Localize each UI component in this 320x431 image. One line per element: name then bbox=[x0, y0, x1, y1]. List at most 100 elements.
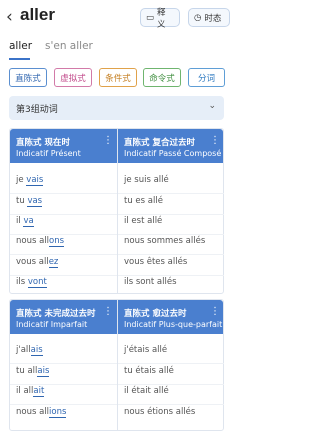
more-options-icon[interactable]: ⋮ bbox=[210, 136, 220, 146]
tense-button-label: 时态 bbox=[204, 13, 222, 24]
tense-title-fr: Indicatif Plus-que-parfait bbox=[124, 320, 223, 329]
row-divider bbox=[10, 275, 117, 276]
row-divider bbox=[10, 234, 117, 235]
row-divider bbox=[118, 404, 224, 405]
conjugation-row: il va bbox=[16, 216, 34, 227]
verb-ending: vont bbox=[27, 277, 47, 288]
verb-ending: vais bbox=[26, 175, 44, 186]
top-bar: ‹ aller ▭ 释义 ◷ 时态 bbox=[0, 0, 236, 34]
pronoun: nous bbox=[16, 407, 37, 417]
conjugation-row: nous allions bbox=[16, 407, 67, 418]
pronoun: il bbox=[16, 386, 21, 396]
verb-ending: ais bbox=[37, 366, 50, 377]
row-divider bbox=[118, 193, 224, 194]
row-divider bbox=[10, 404, 117, 405]
pronoun: tu bbox=[16, 366, 25, 376]
conjugation-row: nous étions allés bbox=[124, 407, 196, 417]
more-options-icon[interactable]: ⋮ bbox=[103, 136, 113, 146]
pronoun: ils bbox=[16, 277, 26, 287]
verb-stem: all bbox=[20, 345, 31, 355]
verb-ending: va bbox=[23, 216, 34, 227]
definition-button-label: 释义 bbox=[157, 7, 166, 30]
conjugation-row: ils vont bbox=[16, 277, 47, 288]
row-divider bbox=[118, 234, 224, 235]
conjugation-card: 直陈式 现在时 Indicatif Présent ⋮ je vais tu v… bbox=[9, 128, 224, 294]
tense-column: 直陈式 复合过去时 Indicatif Passé Composé ⋮ je s… bbox=[117, 129, 224, 293]
conjugation-row: j'étais allé bbox=[124, 345, 168, 355]
mood-filter-bar: 直陈式 虚拟式 条件式 命令式 分词 bbox=[0, 68, 236, 88]
more-options-icon[interactable]: ⋮ bbox=[210, 307, 220, 317]
tab-aller[interactable]: aller bbox=[9, 40, 32, 52]
row-divider bbox=[10, 363, 117, 364]
tense-column: 直陈式 愈过去时 Indicatif Plus-que-parfait ⋮ j'… bbox=[117, 300, 224, 430]
tense-title-fr: Indicatif Présent bbox=[16, 149, 81, 158]
verb-group-dropdown[interactable]: 第3组动词 ⌄ bbox=[9, 96, 224, 120]
conjugation-row: tu vas bbox=[16, 196, 43, 207]
conjugation-row: nous sommes allés bbox=[124, 236, 206, 246]
back-arrow-icon[interactable]: ‹ bbox=[6, 8, 20, 26]
conjugation-row: il allait bbox=[16, 386, 45, 397]
tense-button[interactable]: ◷ 时态 bbox=[188, 8, 230, 27]
conjugation-row: ils sont allés bbox=[124, 277, 177, 287]
verb-ending: ons bbox=[49, 236, 65, 247]
tense-column: 直陈式 现在时 Indicatif Présent ⋮ je vais tu v… bbox=[10, 129, 117, 293]
pronoun: vous bbox=[16, 257, 37, 267]
pronoun: il bbox=[16, 216, 21, 226]
definition-button[interactable]: ▭ 释义 bbox=[140, 7, 180, 30]
row-divider bbox=[118, 384, 224, 385]
conjugation-row: je suis allé bbox=[124, 175, 169, 185]
mood-participle-button[interactable]: 分词 bbox=[188, 68, 225, 87]
row-divider bbox=[118, 254, 224, 255]
verb-ending: ez bbox=[48, 257, 59, 268]
verb-stem: all bbox=[23, 386, 34, 396]
book-icon: ▭ bbox=[146, 12, 155, 23]
conjugation-row: il est allé bbox=[124, 216, 163, 226]
verb-ending: ait bbox=[33, 386, 45, 397]
mood-indicative-button[interactable]: 直陈式 bbox=[9, 68, 47, 87]
tab-s-en-aller[interactable]: s'en aller bbox=[45, 40, 93, 52]
tense-title-cn: 直陈式 愈过去时 bbox=[124, 309, 187, 319]
conjugation-card: 直陈式 未完成过去时 Indicatif Imparfait ⋮ j'allai… bbox=[9, 299, 224, 431]
row-divider bbox=[10, 214, 117, 215]
row-divider bbox=[10, 384, 117, 385]
row-divider bbox=[10, 193, 117, 194]
more-options-icon[interactable]: ⋮ bbox=[103, 307, 113, 317]
pronoun: tu bbox=[16, 196, 25, 206]
mood-conditional-button[interactable]: 条件式 bbox=[99, 68, 137, 87]
verb-stem: all bbox=[38, 257, 49, 267]
row-divider bbox=[118, 275, 224, 276]
verb-stem: all bbox=[39, 407, 50, 417]
tense-title-cn: 直陈式 现在时 bbox=[16, 138, 70, 148]
conjugation-row: il était allé bbox=[124, 386, 169, 396]
pronoun: nous bbox=[16, 236, 37, 246]
verb-stem: all bbox=[27, 366, 38, 376]
conjugation-row: j'allais bbox=[16, 345, 43, 356]
conjugation-row: vous êtes allés bbox=[124, 257, 188, 267]
tense-title-fr: Indicatif Passé Composé bbox=[124, 149, 222, 158]
mood-subjunctive-button[interactable]: 虚拟式 bbox=[54, 68, 92, 87]
pronoun: je bbox=[16, 175, 24, 185]
conjugation-row: tu étais allé bbox=[124, 366, 174, 376]
conjugation-row: nous allons bbox=[16, 236, 65, 247]
tense-title-cn: 直陈式 复合过去时 bbox=[124, 138, 195, 148]
clock-icon: ◷ bbox=[194, 12, 202, 23]
conjugation-row: vous allez bbox=[16, 257, 59, 268]
verb-stem: all bbox=[39, 236, 50, 246]
conjugation-row: je vais bbox=[16, 175, 44, 186]
conjugation-row: tu allais bbox=[16, 366, 50, 377]
verb-ending: ais bbox=[30, 345, 43, 356]
row-divider bbox=[118, 214, 224, 215]
tense-title-cn: 直陈式 未完成过去时 bbox=[16, 309, 96, 319]
verb-ending: ions bbox=[49, 407, 67, 418]
word-tabs: aller s'en aller bbox=[0, 36, 236, 60]
tense-column: 直陈式 未完成过去时 Indicatif Imparfait ⋮ j'allai… bbox=[10, 300, 117, 430]
row-divider bbox=[10, 254, 117, 255]
chevron-down-icon: ⌄ bbox=[208, 101, 216, 111]
verb-ending: vas bbox=[27, 196, 43, 207]
tense-title-fr: Indicatif Imparfait bbox=[16, 320, 88, 329]
row-divider bbox=[118, 363, 224, 364]
conjugation-row: tu es allé bbox=[124, 196, 163, 206]
mood-imperative-button[interactable]: 命令式 bbox=[143, 68, 181, 87]
page-title: aller bbox=[20, 5, 55, 24]
active-tab-indicator bbox=[9, 58, 30, 60]
